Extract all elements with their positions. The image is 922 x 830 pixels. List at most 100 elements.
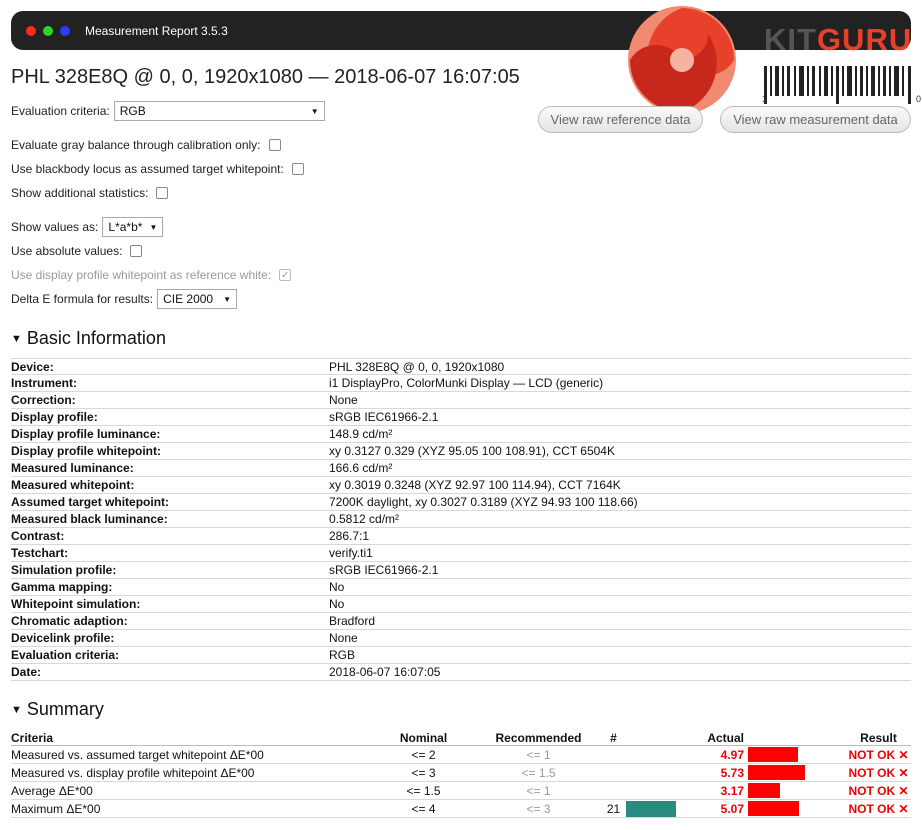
- recommended-cell: <= 3: [526, 801, 551, 816]
- summary-row: Maximum ΔE*00 <= 4 <= 3 21 5.07 NOT OK ✕: [11, 800, 911, 818]
- basic-info-heading[interactable]: ▼ Basic Information: [11, 328, 166, 349]
- info-value: 148.9 cd/m²: [329, 427, 393, 441]
- summary-rows: Measured vs. assumed target whitepoint Δ…: [11, 746, 911, 818]
- info-row: Testchart: verify.ti1: [11, 545, 911, 562]
- display-whitepoint-control: Use display profile whitepoint as refere…: [11, 268, 292, 282]
- actual-cell: 5.07: [720, 801, 744, 816]
- actual-bar-cell: [746, 746, 846, 763]
- info-value: verify.ti1: [329, 546, 373, 560]
- delta-e-label: Delta E formula for results:: [11, 292, 154, 306]
- barcode-digit-right: 0: [916, 94, 922, 104]
- gray-balance-checkbox[interactable]: [268, 139, 281, 151]
- blackbody-control: Use blackbody locus as assumed target wh…: [11, 162, 304, 176]
- recommended-header: Recommended: [495, 730, 582, 745]
- show-values-select[interactable]: L*a*b* ▼: [102, 217, 164, 237]
- info-key: Display profile:: [11, 410, 98, 424]
- triangle-down-icon: ▼: [11, 703, 22, 716]
- display-whitepoint-checkbox: ✓: [279, 269, 292, 281]
- absolute-values-checkbox[interactable]: [130, 245, 143, 257]
- histogram-cell: [626, 746, 676, 763]
- info-key: Date:: [11, 665, 42, 679]
- result-cell: NOT OK ✕: [848, 801, 909, 816]
- nominal-cell: <= 3: [411, 765, 436, 780]
- delta-e-value: CIE 2000: [163, 292, 214, 306]
- info-row: Instrument: i1 DisplayPro, ColorMunki Dis…: [11, 375, 911, 392]
- maximize-window-button[interactable]: [43, 25, 53, 36]
- actual-bar: [748, 765, 805, 780]
- basic-info-heading-text: Basic Information: [26, 328, 166, 348]
- info-value: 0.5812 cd/m²: [329, 512, 400, 526]
- absolute-values-control: Use absolute values:: [11, 244, 143, 258]
- info-key: Devicelink profile:: [11, 631, 115, 645]
- bar-header-spacer: [746, 730, 846, 745]
- info-row: Display profile luminance: 148.9 cd/m²: [11, 426, 911, 443]
- info-key: Gamma mapping:: [11, 580, 113, 594]
- info-row: Correction: None: [11, 392, 911, 409]
- info-row: Evaluation criteria: RGB: [11, 647, 911, 664]
- actual-bar: [748, 801, 799, 816]
- minimize-window-button[interactable]: [60, 25, 70, 36]
- info-value: PHL 328E8Q @ 0, 0, 1920x1080: [329, 359, 505, 374]
- view-raw-reference-button[interactable]: View raw reference data: [538, 106, 703, 133]
- info-value: sRGB IEC61966-2.1: [329, 410, 439, 424]
- actual-bar-cell: [746, 800, 846, 817]
- result-cell: NOT OK ✕: [848, 765, 909, 780]
- show-values-label: Show values as:: [11, 220, 99, 234]
- summary-row: Measured vs. display profile whitepoint …: [11, 764, 911, 782]
- brand-wordmark: KITGURU: [764, 22, 913, 57]
- info-key: Measured luminance:: [11, 461, 134, 475]
- show-values-value: L*a*b*: [108, 220, 143, 234]
- count-cell: 21: [606, 801, 621, 816]
- summary-heading-text: Summary: [26, 699, 104, 719]
- info-key: Measured black luminance:: [11, 512, 168, 526]
- summary-header-row: Criteria Nominal Recommended # Actual Re…: [11, 730, 911, 746]
- kitguru-brand: KITGURU 1 0: [762, 14, 922, 114]
- recommended-cell: <= 1: [526, 783, 551, 798]
- blackbody-checkbox[interactable]: [291, 163, 304, 175]
- info-key: Chromatic adaption:: [11, 614, 128, 628]
- histogram-header-spacer: [626, 730, 676, 745]
- info-key: Measured whitepoint:: [11, 478, 135, 492]
- info-row: Simulation profile: sRGB IEC61966-2.1: [11, 562, 911, 579]
- result-cell: NOT OK ✕: [848, 783, 909, 798]
- close-window-button[interactable]: [26, 25, 36, 36]
- delta-e-select[interactable]: CIE 2000 ▼: [157, 289, 238, 309]
- info-row: Assumed target whitepoint: 7200K daylight…: [11, 494, 911, 511]
- info-value: No: [329, 597, 345, 611]
- info-row: Measured black luminance: 0.5812 cd/m²: [11, 511, 911, 528]
- histogram-cell: [626, 782, 676, 799]
- info-row: Display profile whitepoint: xy 0.3127 0.3…: [11, 443, 911, 460]
- info-value: None: [329, 393, 358, 407]
- evaluation-criteria-select[interactable]: RGB ▼: [113, 101, 325, 121]
- recommended-cell: <= 1.5: [521, 765, 556, 780]
- info-row: Contrast: 286.7:1: [11, 528, 911, 545]
- view-raw-measurement-button[interactable]: View raw measurement data: [720, 106, 911, 133]
- info-key: Testchart:: [11, 546, 69, 560]
- criteria-cell: Maximum ΔE*00: [11, 801, 101, 816]
- evaluation-criteria-control: Evaluation criteria: RGB ▼: [11, 101, 325, 121]
- info-value: i1 DisplayPro, ColorMunki Display — LCD …: [329, 376, 604, 390]
- summary-row: Average ΔE*00 <= 1.5 <= 1 3.17 NOT OK ✕: [11, 782, 911, 800]
- info-row: Measured luminance: 166.6 cd/m²: [11, 460, 911, 477]
- info-value: 2018-06-07 16:07:05: [329, 665, 441, 679]
- nominal-header: Nominal: [399, 730, 448, 745]
- display-whitepoint-label: Use display profile whitepoint as refere…: [11, 268, 272, 282]
- criteria-cell: Measured vs. assumed target whitepoint Δ…: [11, 747, 264, 762]
- absolute-values-label: Use absolute values:: [11, 244, 123, 258]
- actual-bar-cell: [746, 764, 846, 781]
- window-title: Measurement Report 3.5.3: [85, 23, 228, 38]
- basic-info-table: Device: PHL 328E8Q @ 0, 0, 1920x1080 Instr…: [11, 358, 911, 681]
- info-value: No: [329, 580, 345, 594]
- info-key: Simulation profile:: [11, 563, 117, 577]
- evaluation-criteria-label: Evaluation criteria:: [11, 104, 110, 118]
- gray-balance-label: Evaluate gray balance through calibratio…: [11, 138, 261, 152]
- summary-heading[interactable]: ▼ Summary: [11, 699, 104, 720]
- chevron-down-icon: ▼: [223, 294, 232, 304]
- chevron-down-icon: ▼: [310, 106, 319, 116]
- info-key: Device:: [11, 359, 54, 374]
- additional-stats-checkbox[interactable]: [156, 187, 169, 199]
- recommended-cell: <= 1: [526, 747, 551, 762]
- result-cell: NOT OK ✕: [848, 747, 909, 762]
- info-value: 166.6 cd/m²: [329, 461, 393, 475]
- info-key: Correction:: [11, 393, 76, 407]
